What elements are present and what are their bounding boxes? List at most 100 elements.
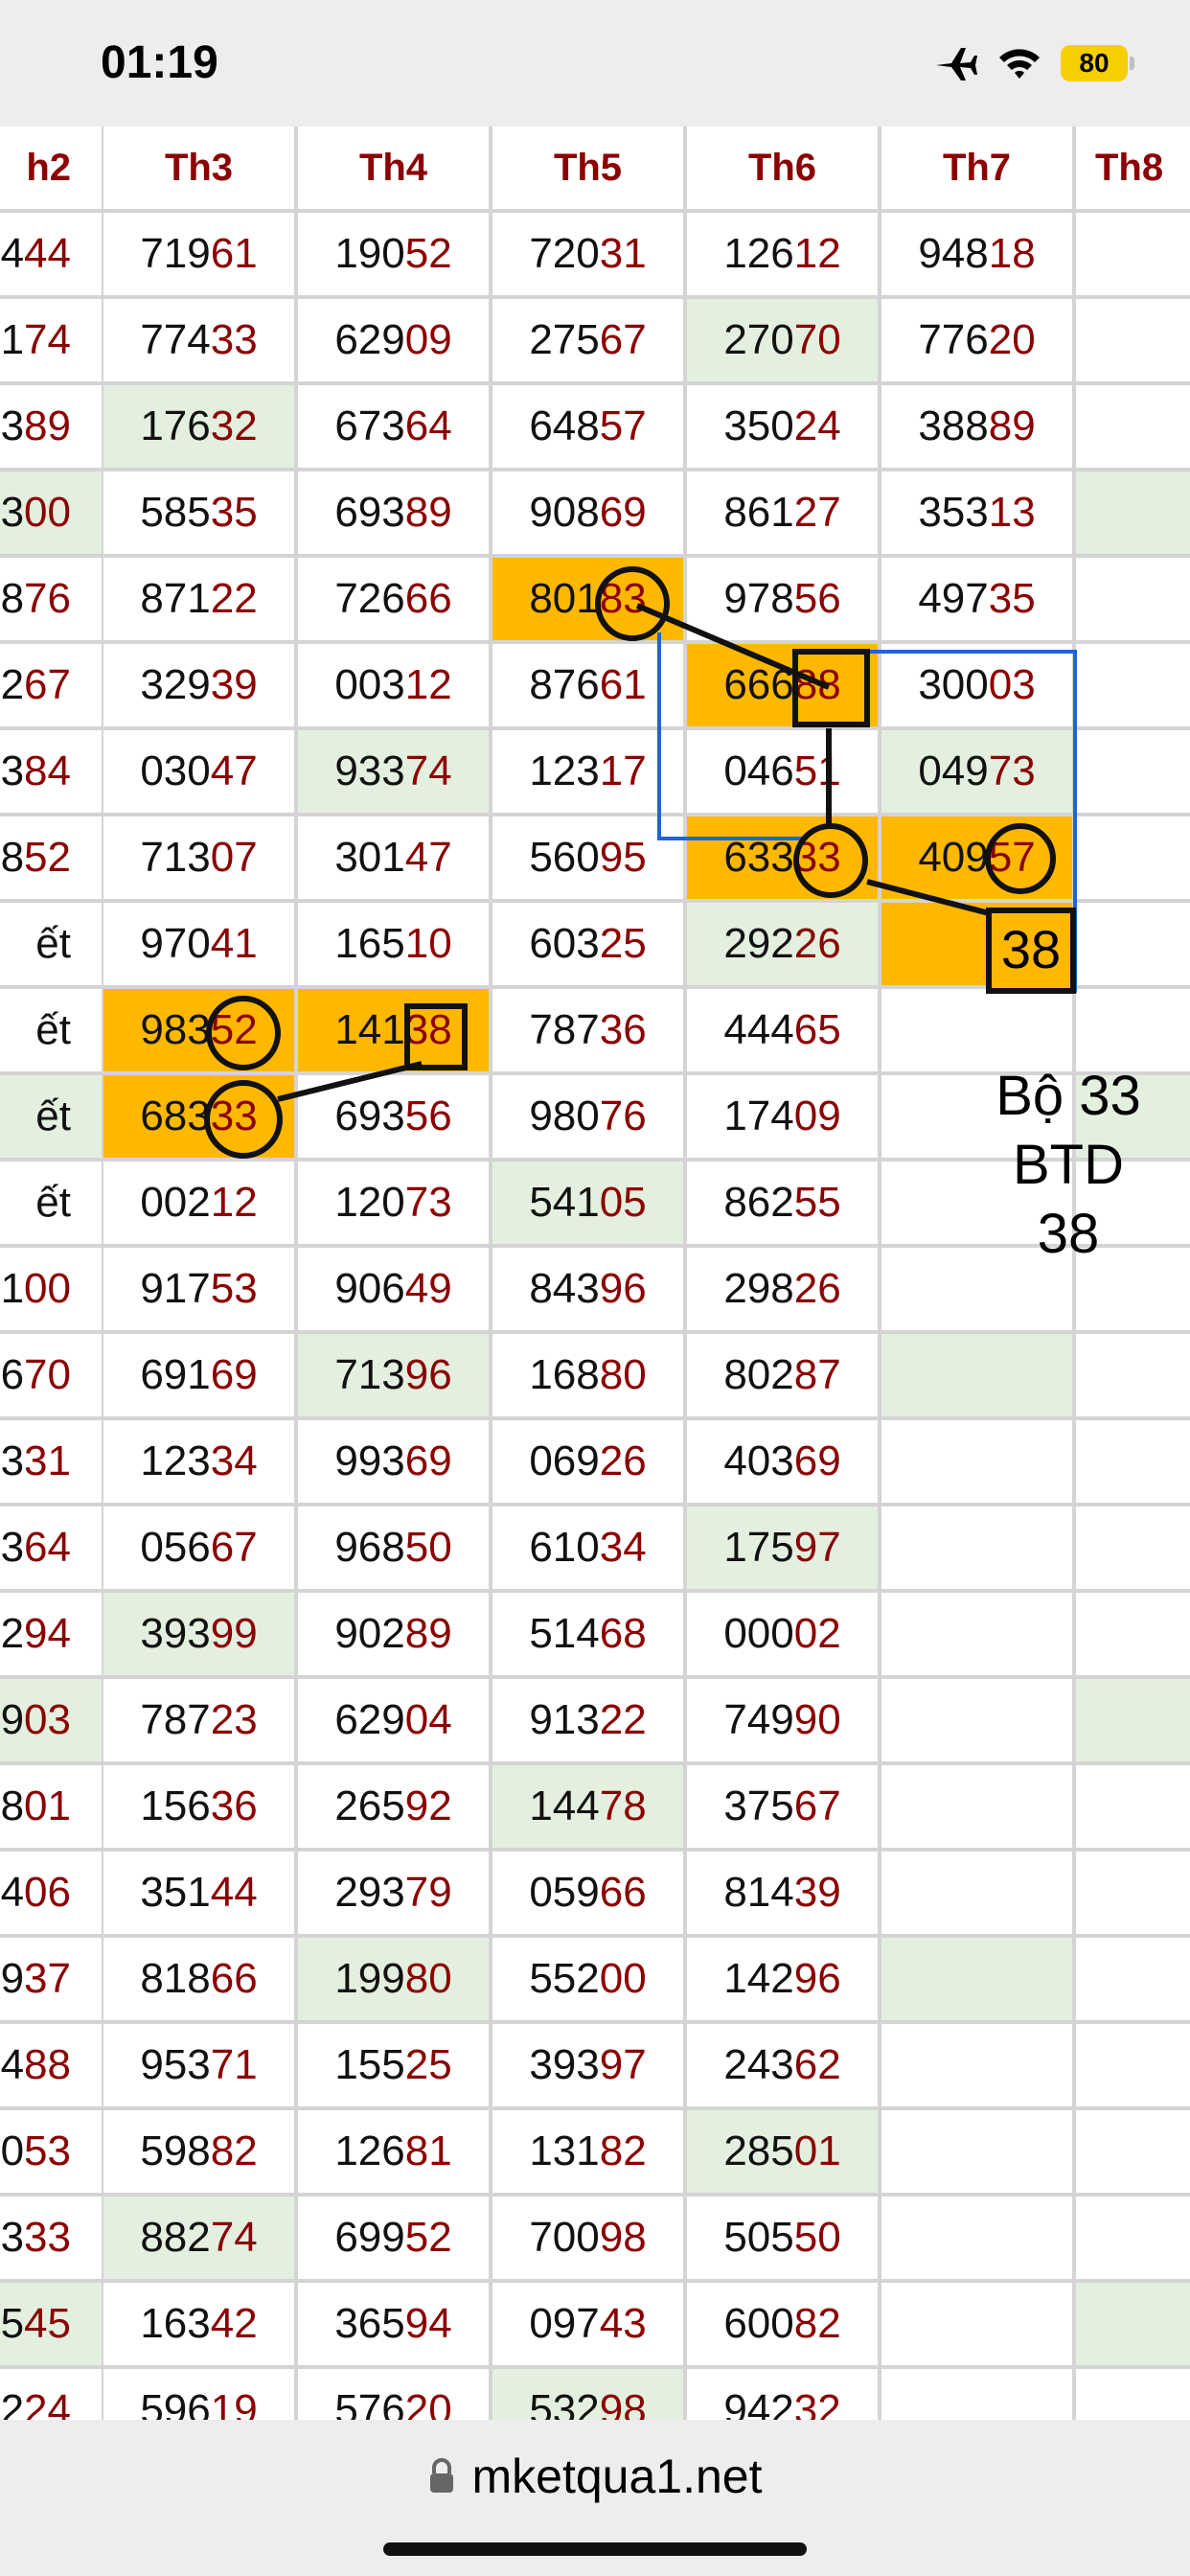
table-row: 9 03 787 23 629 04 913 22 749 90 xyxy=(0,1679,1190,1765)
cell-prefix: 693 xyxy=(334,489,405,536)
cell-prefix: 1 xyxy=(0,1265,25,1312)
address-bar[interactable]: mketqua1.net xyxy=(0,2449,1190,2504)
cell-prefix: 610 xyxy=(529,1524,600,1571)
column-header[interactable]: Th8 xyxy=(1076,126,1190,213)
table-cell: 375 67 xyxy=(687,1765,881,1852)
cell-tail: 70 xyxy=(24,1351,71,1398)
cell-tail: 51 xyxy=(793,748,841,794)
cell-tail: 74 xyxy=(404,748,452,794)
column-header[interactable]: Th4 xyxy=(298,126,492,213)
cell-prefix: 000 xyxy=(723,1610,794,1657)
cell-prefix: 514 xyxy=(529,1610,600,1657)
table-cell: 298 26 xyxy=(687,1248,881,1334)
cell-tail: 01 xyxy=(793,2128,841,2174)
cell-prefix: 953 xyxy=(140,2041,211,2088)
table-cell: 175 97 xyxy=(687,1506,881,1593)
table-cell: 393 99 xyxy=(103,1593,298,1679)
table-cell xyxy=(881,903,1076,989)
table-cell: 4 06 xyxy=(0,1852,105,1938)
table-cell: 787 36 xyxy=(492,989,687,1075)
column-header[interactable]: Th6 xyxy=(687,126,881,213)
cell-prefix: 719 xyxy=(140,230,211,277)
table-cell: 030 47 xyxy=(103,730,298,816)
column-header[interactable]: Th3 xyxy=(103,126,298,213)
cell-prefix: ết xyxy=(35,920,71,967)
table-cell xyxy=(1076,1852,1190,1938)
cell-tail: 03 xyxy=(988,661,1036,708)
cell-prefix: 598 xyxy=(140,2128,211,2174)
table-cell xyxy=(1076,1765,1190,1852)
table-cell: 365 94 xyxy=(298,2283,492,2369)
cell-tail: 12 xyxy=(793,230,841,277)
cell-tail: 66 xyxy=(599,1869,647,1916)
annotation-line-2: BTD xyxy=(1013,1134,1124,1196)
table-cell: 163 42 xyxy=(103,2283,298,2369)
cell-tail: 12 xyxy=(210,1179,258,1226)
cell-tail: 01 xyxy=(24,1782,71,1829)
table-cell: 801 83 xyxy=(492,558,687,644)
cell-prefix: 4 xyxy=(0,2041,25,2088)
table-cell: 552 00 xyxy=(492,1938,687,2024)
table-cell: 908 69 xyxy=(492,472,687,558)
cell-tail: 13 xyxy=(988,489,1036,536)
table-cell: 871 22 xyxy=(103,558,298,644)
table-row: 4 06 351 44 293 79 059 66 814 39 xyxy=(0,1852,1190,1938)
cell-tail: 02 xyxy=(793,1610,841,1657)
cell-prefix: 243 xyxy=(723,2041,794,2088)
cell-tail: 45 xyxy=(24,2300,71,2347)
table-cell: 993 69 xyxy=(298,1420,492,1506)
table-cell: 190 52 xyxy=(298,213,492,299)
table-cell: 292 26 xyxy=(687,903,881,989)
column-header[interactable]: Th5 xyxy=(492,126,687,213)
table-cell: 176 32 xyxy=(103,385,298,472)
table-cell: 598 82 xyxy=(103,2110,298,2196)
cell-prefix: 3 xyxy=(0,1438,25,1484)
cell-tail: 69 xyxy=(210,1351,258,1398)
cell-prefix: 300 xyxy=(918,661,989,708)
table-cell: 700 98 xyxy=(492,2196,687,2283)
cell-prefix: 049 xyxy=(918,748,989,794)
table-cell: 713 07 xyxy=(103,816,298,903)
table-cell: 980 76 xyxy=(492,1075,687,1162)
home-indicator[interactable] xyxy=(383,2542,807,2556)
cell-prefix: 902 xyxy=(334,1610,405,1657)
cell-tail: 27 xyxy=(793,489,841,536)
table-cell: 610 34 xyxy=(492,1506,687,1593)
table-row: 5 45 163 42 365 94 097 43 600 82 xyxy=(0,2283,1190,2369)
table-cell: 560 95 xyxy=(492,816,687,903)
table-cell: 776 20 xyxy=(881,299,1076,385)
cell-prefix: 983 xyxy=(140,1006,211,1053)
table-cell: 948 18 xyxy=(881,213,1076,299)
airplane-icon xyxy=(936,48,977,80)
cell-tail: 35 xyxy=(988,575,1036,622)
table-cell: 719 61 xyxy=(103,213,298,299)
table-cell xyxy=(881,2024,1076,2110)
cell-prefix: 673 xyxy=(334,402,405,449)
cell-prefix: 948 xyxy=(918,230,989,277)
table-cell: 126 81 xyxy=(298,2110,492,2196)
cell-tail: 82 xyxy=(599,2128,647,2174)
cell-prefix: 818 xyxy=(140,1955,211,2002)
table-cell: 353 13 xyxy=(881,472,1076,558)
table-cell: 409 57 xyxy=(881,816,1076,903)
table-cell: 514 68 xyxy=(492,1593,687,1679)
cell-tail: 47 xyxy=(404,834,452,881)
table-cell: 403 69 xyxy=(687,1420,881,1506)
table-cell: 497 35 xyxy=(881,558,1076,644)
table-cell: 2 24 xyxy=(0,2369,105,2420)
table-cell: 648 57 xyxy=(492,385,687,472)
table-row: 8 76 871 22 726 66 801 83 978 56 497 35 xyxy=(0,558,1190,644)
column-header[interactable]: Th7 xyxy=(881,126,1076,213)
cell-tail: 57 xyxy=(988,834,1036,881)
table-cell: 917 53 xyxy=(103,1248,298,1334)
column-header[interactable]: h2 xyxy=(0,126,105,213)
table-cell: 285 01 xyxy=(687,2110,881,2196)
table-cell: ết xyxy=(0,1075,105,1162)
cell-tail: 67 xyxy=(210,1524,258,1571)
table-cell: 4 88 xyxy=(0,2024,105,2110)
table-cell: 351 44 xyxy=(103,1852,298,1938)
cell-tail: 50 xyxy=(404,1524,452,1571)
cell-prefix: 700 xyxy=(529,2214,600,2261)
cell-prefix: 699 xyxy=(334,2214,405,2261)
cell-prefix: 156 xyxy=(140,1782,211,1829)
